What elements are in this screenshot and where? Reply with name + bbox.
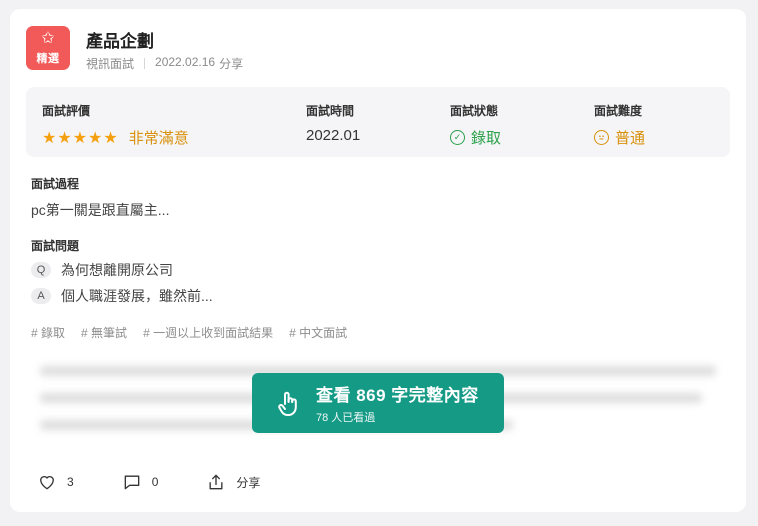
view-full-content-button[interactable]: 查看 869 字完整內容 78 人已看過 <box>252 373 504 433</box>
stat-time-label: 面試時間 <box>306 104 355 118</box>
stat-status: 面試狀態 ✓ 錄取 <box>450 102 501 148</box>
post-meta: 視訊面試 2022.02.16 分享 <box>86 55 243 72</box>
process-heading: 面試過程 <box>31 177 80 191</box>
comment-button[interactable]: 0 <box>122 472 159 492</box>
meta-divider <box>144 58 146 69</box>
post-title[interactable]: 產品企劃 <box>86 27 154 52</box>
comment-icon <box>124 475 140 490</box>
answer-row: A 個人職涯發展，雖然前... <box>31 286 213 306</box>
like-button[interactable]: 3 <box>37 472 74 492</box>
tag-item[interactable]: 中文面試 <box>289 324 347 341</box>
post-date: 2022.02.16 <box>155 55 216 69</box>
interview-card: ✩ 精選 產品企劃 視訊面試 2022.02.16 分享 面試評價 ★★★★★ … <box>10 9 746 512</box>
comment-count: 0 <box>151 475 159 489</box>
question-row: Q 為何想離開原公司 <box>31 260 173 280</box>
stat-difficulty-label: 面試難度 <box>594 104 643 118</box>
tag-list: 錄取 無筆試 一週以上收到面試結果 中文面試 <box>31 324 347 341</box>
stat-time-value: 2022.01 <box>306 127 361 144</box>
question-text: 為何想離開原公司 <box>61 262 173 278</box>
tag-item[interactable]: 一週以上收到面試結果 <box>143 324 273 341</box>
tag-item[interactable]: 錄取 <box>31 324 65 341</box>
neutral-face-icon <box>594 130 609 145</box>
star-medal-icon: ✩ <box>41 30 55 47</box>
interview-type: 視訊面試 <box>86 57 135 71</box>
rating-text: 非常滿意 <box>128 130 189 147</box>
rating-stars: ★★★★★ <box>42 129 119 147</box>
featured-label: 精選 <box>36 53 60 65</box>
stat-difficulty: 面試難度 普通 <box>594 102 645 148</box>
featured-badge: ✩ 精選 <box>26 26 70 70</box>
stats-panel: 面試評價 ★★★★★ 非常滿意 面試時間 2022.01 面試狀態 ✓ 錄取 面… <box>26 87 730 157</box>
stat-status-label: 面試狀態 <box>450 104 499 118</box>
tag-item[interactable]: 無筆試 <box>81 324 127 341</box>
process-text: pc第一關是跟直屬主... <box>31 202 170 218</box>
stat-status-value: 錄取 <box>471 130 502 147</box>
stat-difficulty-value: 普通 <box>615 130 646 147</box>
stat-time: 面試時間 2022.01 <box>306 102 360 144</box>
cta-view-count: 78 人已看過 <box>316 412 376 424</box>
action-bar: 3 0 分享 <box>37 472 308 492</box>
share-label: 分享 <box>236 475 261 490</box>
check-circle-icon: ✓ <box>450 130 465 145</box>
heart-icon <box>40 476 54 490</box>
like-count: 3 <box>67 475 74 489</box>
share-button[interactable]: 分享 <box>206 472 260 492</box>
questions-heading: 面試問題 <box>31 239 80 253</box>
post-action: 分享 <box>219 57 244 71</box>
question-tag: Q <box>31 262 51 278</box>
answer-text: 個人職涯發展，雖然前... <box>61 288 213 304</box>
stat-rating-label: 面試評價 <box>42 104 91 118</box>
answer-tag: A <box>31 288 51 304</box>
cta-main-text: 查看 869 字完整內容 <box>316 386 479 405</box>
stat-rating: 面試評價 ★★★★★ 非常滿意 <box>42 102 189 148</box>
share-icon <box>209 474 223 490</box>
tap-hand-icon <box>278 391 297 416</box>
